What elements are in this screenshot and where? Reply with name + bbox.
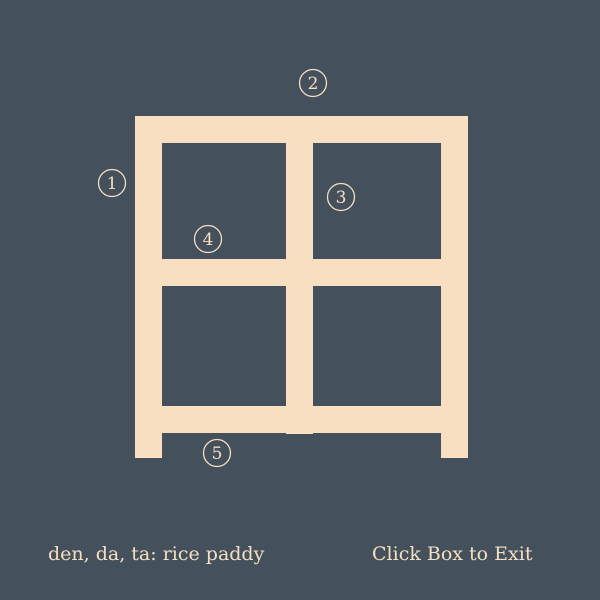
kanji-stroke-canvas[interactable]: 1 2 3 4 5 xyxy=(0,0,600,600)
stroke-number-label: 4 xyxy=(203,230,214,250)
stroke-number-label: 5 xyxy=(212,444,223,464)
stroke-number-4: 4 xyxy=(193,224,223,254)
stroke-number-label: 2 xyxy=(308,74,319,94)
stroke-number-5: 5 xyxy=(202,438,232,468)
stroke-number-1: 1 xyxy=(97,168,127,198)
stroke-number-2: 2 xyxy=(298,68,328,98)
stroke-number-3: 3 xyxy=(326,182,356,212)
exit-button[interactable]: Click Box to Exit xyxy=(372,543,532,565)
stroke-number-label: 1 xyxy=(107,174,118,194)
kanji-reading-meaning: den, da, ta: rice paddy xyxy=(48,543,265,565)
stroke-4-middle-bar xyxy=(135,259,468,286)
kanji-glyph-field xyxy=(135,116,468,458)
stroke-5-bottom-bar xyxy=(135,406,468,433)
stroke-number-label: 3 xyxy=(336,188,347,208)
